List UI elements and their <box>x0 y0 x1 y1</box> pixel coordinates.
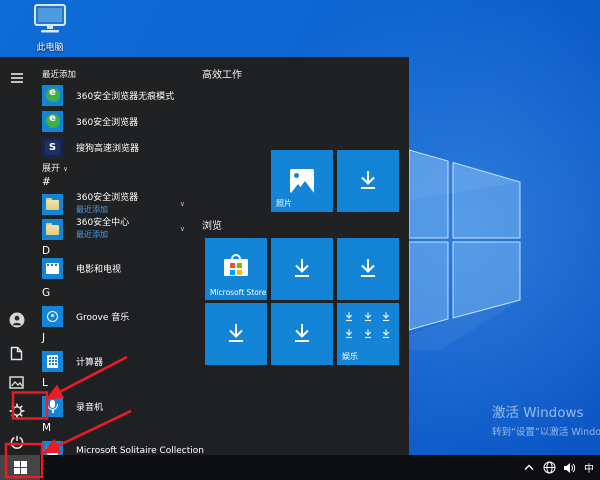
download-arrow-icon <box>271 238 333 300</box>
chevron-down-icon: ∨ <box>63 165 68 173</box>
folder-item[interactable]: 360安全中心最近添加 ∨ <box>33 218 195 240</box>
start-menu-tiles: 高效工作 照片 浏览 Microsoft Store <box>195 57 409 455</box>
folder-sub-label: 最近添加 <box>76 205 138 215</box>
section-letter[interactable]: M <box>42 422 51 434</box>
volume-icon[interactable] <box>562 459 576 477</box>
desktop-icon-label: 此电脑 <box>22 40 78 53</box>
pictures-icon[interactable] <box>0 369 33 395</box>
app-label: 360安全浏览器 <box>76 115 138 128</box>
system-tray: 中 <box>522 455 596 480</box>
app-item[interactable]: 电影和电视 <box>33 257 195 279</box>
expand-label: 展开 <box>42 164 60 174</box>
360-browser-incognito-icon <box>42 85 63 106</box>
watermark-title: 激活 Windows <box>492 401 600 421</box>
calculator-icon <box>42 351 63 372</box>
download-arrow-icon <box>271 303 333 365</box>
start-menu: 最近添加 360安全浏览器无痕模式 360安全浏览器 搜狗高速浏览器 展开∨ #… <box>0 57 409 455</box>
folder-item[interactable]: 360安全浏览器最近添加 ∨ <box>33 193 195 215</box>
app-item[interactable]: 搜狗高速浏览器 <box>33 136 195 158</box>
tile-download-app[interactable] <box>271 238 333 300</box>
app-label: 计算器 <box>76 355 103 368</box>
tile-group-title: 浏览 <box>202 217 222 232</box>
app-label: 录音机 <box>76 400 103 413</box>
tile-download-app[interactable] <box>271 303 333 365</box>
solitaire-icon <box>42 441 63 456</box>
tile-group-title: 高效工作 <box>202 66 242 81</box>
this-pc-icon <box>30 3 70 35</box>
folder-sub-label: 最近添加 <box>76 230 129 240</box>
taskbar: 中 <box>0 455 600 480</box>
settings-gear-icon[interactable] <box>0 398 33 424</box>
folder-icon <box>42 194 63 215</box>
download-arrow-icon <box>337 238 399 300</box>
watermark-subtitle: 转到“设置”以激活 Windows <box>492 424 600 438</box>
folder-icon <box>42 219 63 240</box>
hamburger-menu-icon[interactable] <box>0 65 33 91</box>
desktop-icon-this-pc[interactable]: 此电脑 <box>22 3 78 53</box>
360-browser-icon <box>42 111 63 132</box>
windows-wallpaper-logo <box>396 140 566 350</box>
folder-label: 360安全中心 <box>76 218 129 228</box>
windows-logo-icon <box>14 461 27 474</box>
recent-header: 最近添加 <box>42 68 76 80</box>
activate-windows-watermark: 激活 Windows 转到“设置”以激活 Windows <box>492 401 600 438</box>
tile-download-app[interactable] <box>337 150 399 212</box>
section-letter[interactable]: G <box>42 287 50 299</box>
download-arrow-icon <box>205 303 267 365</box>
tile-microsoft-store[interactable]: Microsoft Store <box>205 238 267 300</box>
section-letter[interactable]: # <box>42 176 51 188</box>
expand-toggle[interactable]: 展开∨ <box>42 161 68 174</box>
tile-download-app[interactable] <box>205 303 267 365</box>
app-label: Groove 音乐 <box>76 310 129 323</box>
tile-photos[interactable]: 照片 <box>271 150 333 212</box>
app-item[interactable]: Microsoft Solitaire Collection <box>33 440 195 455</box>
chevron-down-icon[interactable]: ∨ <box>180 225 185 233</box>
tile-label: Microsoft Store <box>210 288 266 297</box>
power-icon[interactable] <box>0 429 33 455</box>
movies-tv-icon <box>42 258 63 279</box>
section-letter[interactable]: L <box>42 377 48 389</box>
documents-icon[interactable] <box>0 340 33 366</box>
network-globe-icon[interactable] <box>542 459 556 477</box>
start-menu-app-list: 最近添加 360安全浏览器无痕模式 360安全浏览器 搜狗高速浏览器 展开∨ #… <box>33 57 195 455</box>
section-letter[interactable]: J <box>42 332 45 344</box>
app-label: 电影和电视 <box>76 262 121 275</box>
start-menu-rail <box>0 57 33 455</box>
app-label: 搜狗高速浏览器 <box>76 141 139 154</box>
app-item[interactable]: 录音机 <box>33 395 195 417</box>
download-arrow-icon <box>337 150 399 212</box>
app-item[interactable]: 计算器 <box>33 350 195 372</box>
folder-label: 360安全浏览器 <box>76 193 138 203</box>
ime-indicator[interactable]: 中 <box>582 459 596 477</box>
app-item[interactable]: 360安全浏览器 <box>33 110 195 132</box>
tile-entertainment-group[interactable]: 娱乐 <box>337 303 399 365</box>
start-button[interactable] <box>0 455 40 480</box>
groove-music-icon <box>42 306 63 327</box>
tile-label: 娱乐 <box>342 351 358 362</box>
tile-label: 照片 <box>276 198 292 209</box>
app-label: 360安全浏览器无痕模式 <box>76 89 174 102</box>
app-label: Microsoft Solitaire Collection <box>76 446 204 455</box>
tile-download-app[interactable] <box>337 238 399 300</box>
sogou-browser-icon <box>42 137 63 158</box>
section-letter[interactable]: D <box>42 245 50 257</box>
app-item[interactable]: 360安全浏览器无痕模式 <box>33 84 195 106</box>
download-group-icon <box>344 311 392 340</box>
chevron-up-icon[interactable] <box>522 459 536 477</box>
user-avatar-icon[interactable] <box>0 307 33 333</box>
voice-recorder-icon <box>42 396 63 417</box>
app-item[interactable]: Groove 音乐 <box>33 305 195 327</box>
chevron-down-icon[interactable]: ∨ <box>180 200 185 208</box>
